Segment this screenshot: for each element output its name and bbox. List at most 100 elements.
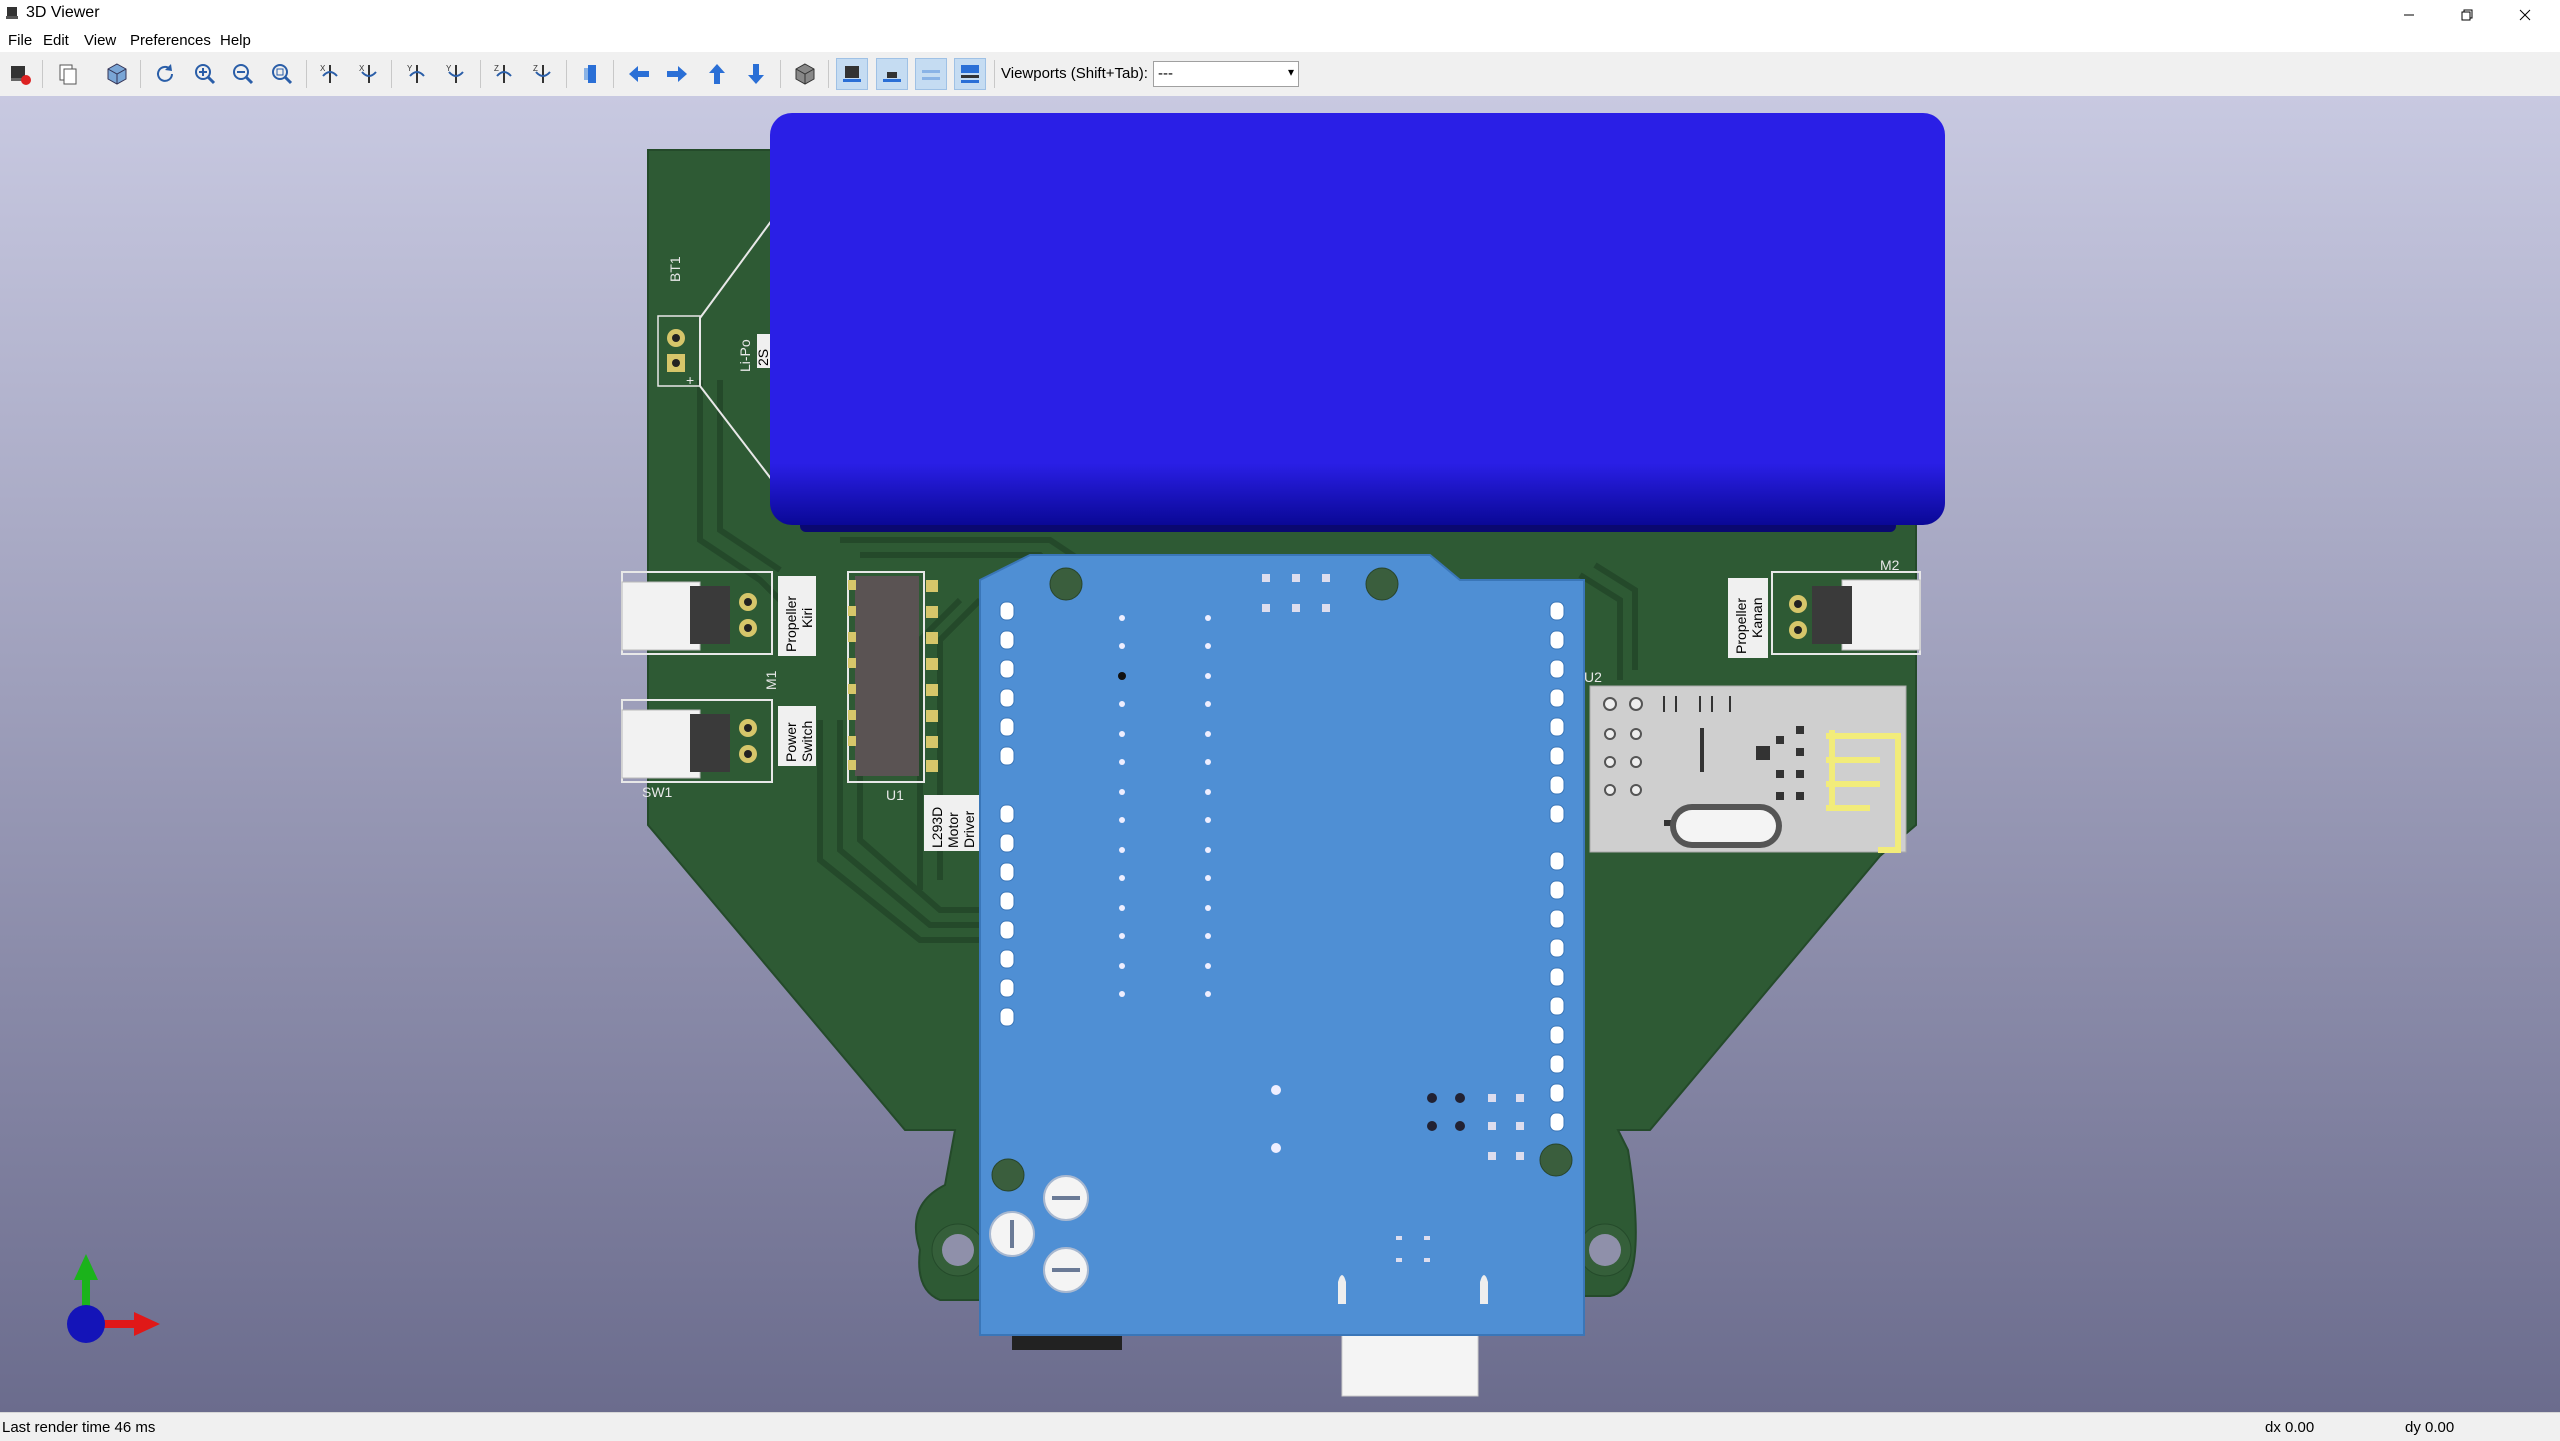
zoom-out-icon <box>233 64 254 85</box>
arrow-down-icon <box>748 64 764 84</box>
copy-image-button[interactable] <box>52 58 84 90</box>
svg-text:Z: Z <box>533 64 538 73</box>
lipo-label: Li-Po <box>737 339 753 372</box>
render-time-text: Last render time 46 ms <box>2 1419 156 1436</box>
rotate-z-cw-button[interactable]: Z <box>488 58 520 90</box>
chevron-down-icon: ▾ <box>1287 65 1294 79</box>
rotate-y-ccw-icon: Y <box>446 64 464 83</box>
bt1-label: BT1 <box>667 256 683 282</box>
u2-label: U2 <box>1584 669 1602 685</box>
board-bottom-icon <box>883 72 901 82</box>
toolbar-separator <box>613 60 614 88</box>
menu-preferences[interactable]: Preferences <box>130 32 211 49</box>
rotate-x-cw-icon: X <box>320 64 338 83</box>
orthographic-button[interactable] <box>789 58 821 90</box>
zoom-in-button[interactable] <box>189 58 221 90</box>
m1-label: M1 <box>763 670 779 690</box>
zoom-out-button[interactable] <box>227 58 259 90</box>
driver-label: Driver <box>961 810 977 848</box>
close-icon <box>2519 9 2531 21</box>
svg-text:Z: Z <box>494 64 499 73</box>
close-button[interactable] <box>2496 0 2554 30</box>
toolbar-separator <box>566 60 567 88</box>
restore-icon <box>2461 9 2473 21</box>
toolbar-separator <box>828 60 829 88</box>
viewports-select[interactable]: --- ▾ <box>1153 61 1299 87</box>
status-bar: Last render time 46 ms dx 0.00 dy 0.00 <box>0 1412 2560 1441</box>
view-layers-button[interactable] <box>954 58 986 90</box>
toolbar-separator <box>306 60 307 88</box>
window-title: 3D Viewer <box>26 4 100 21</box>
rotate-x-cw-button[interactable]: X <box>314 58 346 90</box>
toolbar: X X Y Y Z Z Viewports (Shift+Tab): --- ▾ <box>0 52 2560 97</box>
rotate-y-cw-button[interactable]: Y <box>401 58 433 90</box>
menu-bar: File Edit View Preferences Help <box>0 30 2560 52</box>
svg-text:X: X <box>320 64 326 73</box>
zoom-in-icon <box>195 64 216 85</box>
arrow-right-icon <box>667 66 687 82</box>
reload-board-icon <box>11 66 31 85</box>
flip-board-icon <box>584 65 596 83</box>
layers-icon <box>961 65 979 83</box>
toolbar-separator <box>994 60 995 88</box>
view-top-button[interactable] <box>836 58 868 90</box>
view-bottom-button[interactable] <box>876 58 908 90</box>
toolbar-separator <box>391 60 392 88</box>
minimize-icon <box>2404 14 2414 16</box>
power-label-2: Switch <box>799 721 815 762</box>
rotate-y-cw-icon: Y <box>407 64 425 83</box>
sw1-label: SW1 <box>642 784 673 800</box>
restore-button[interactable] <box>2438 0 2496 30</box>
toolbar-separator <box>140 60 141 88</box>
3d-viewport[interactable]: BT1 + Li-Po 2S M1 Propeller Kiri Power S… <box>0 96 2560 1412</box>
raytracing-button[interactable] <box>101 58 133 90</box>
rotate-x-ccw-button[interactable]: X <box>353 58 385 90</box>
flip-board-button[interactable] <box>575 58 607 90</box>
rotate-y-ccw-button[interactable]: Y <box>440 58 472 90</box>
zoom-fit-button[interactable] <box>266 58 298 90</box>
title-bar: 3D Viewer <box>0 0 2560 30</box>
menu-file[interactable]: File <box>8 32 32 49</box>
pcb-3d-render: BT1 + Li-Po 2S M1 Propeller Kiri Power S… <box>0 96 2560 1412</box>
toolbar-separator <box>480 60 481 88</box>
m2-label: M2 <box>1880 557 1900 573</box>
l293d-label: L293D <box>929 807 945 848</box>
menu-edit[interactable]: Edit <box>43 32 69 49</box>
dx-readout: dx 0.00 <box>2265 1419 2315 1436</box>
move-down-button[interactable] <box>740 58 772 90</box>
rotate-x-ccw-icon: X <box>359 64 377 83</box>
svg-text:Y: Y <box>407 64 413 73</box>
arrow-up-icon <box>709 64 725 84</box>
viewports-label: Viewports (Shift+Tab): <box>1001 65 1148 82</box>
minimize-button[interactable] <box>2380 0 2438 30</box>
svg-text:X: X <box>359 64 365 73</box>
viewports-value: --- <box>1158 65 1173 82</box>
reload-board-button[interactable] <box>4 58 36 90</box>
radio-module-u2: U2 <box>1584 669 1907 853</box>
view-silkscreen-button[interactable] <box>915 58 947 90</box>
move-left-button[interactable] <box>623 58 655 90</box>
motor-label: Motor <box>945 812 961 848</box>
arrow-left-icon <box>629 66 649 82</box>
rotate-z-ccw-button[interactable]: Z <box>527 58 559 90</box>
power-label-1: Power <box>783 722 799 762</box>
rotate-z-ccw-icon: Z <box>533 64 551 83</box>
propeller-kanan-label-2: Kanan <box>1749 598 1765 638</box>
dy-readout: dy 0.00 <box>2405 1419 2455 1436</box>
redraw-button[interactable] <box>149 58 181 90</box>
rotate-z-cw-icon: Z <box>494 64 512 83</box>
cube-icon <box>107 63 127 85</box>
battery-pack <box>770 113 1945 532</box>
propeller-kiri-label-1: Propeller <box>783 596 799 652</box>
refresh-icon <box>157 64 173 82</box>
menu-help[interactable]: Help <box>220 32 251 49</box>
zoom-fit-icon <box>272 64 293 85</box>
arduino-board <box>979 554 1585 1397</box>
move-right-button[interactable] <box>661 58 693 90</box>
menu-view[interactable]: View <box>84 32 116 49</box>
app-icon <box>6 7 18 19</box>
toolbar-separator <box>780 60 781 88</box>
move-up-button[interactable] <box>701 58 733 90</box>
board-top-icon <box>843 66 861 82</box>
u1-label: U1 <box>886 787 904 803</box>
